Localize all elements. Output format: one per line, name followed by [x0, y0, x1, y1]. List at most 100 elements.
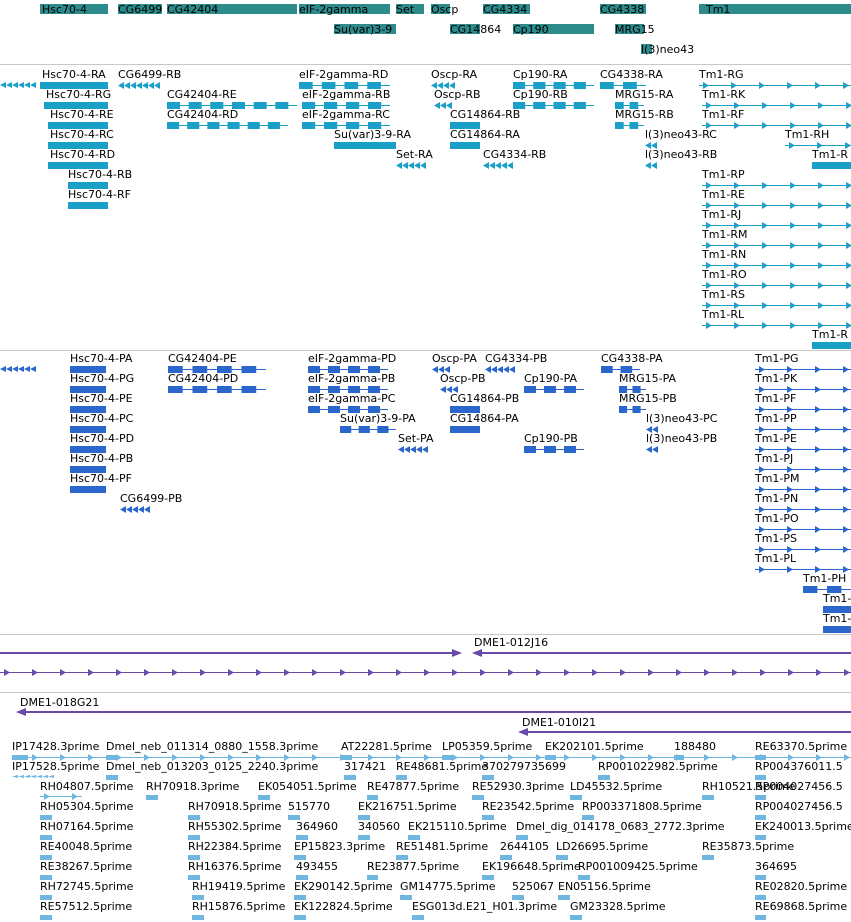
feature-transcripts[interactable]: CG42404-RE [167, 88, 297, 109]
feature-transcripts[interactable]: Cp190-RA [513, 68, 594, 89]
feature-proteins[interactable]: Cp190-PA [524, 372, 584, 393]
feature-ests[interactable]: RH16376.5prime [188, 860, 282, 880]
feature-proteins[interactable]: Tm1-PF [754, 392, 851, 413]
feature-ests[interactable]: 364695 [755, 860, 797, 880]
feature-proteins[interactable]: Tm1-PP [754, 412, 851, 433]
feature-ests[interactable]: 370279735699 [482, 760, 566, 780]
feature-transcripts[interactable]: Tm1-RO [701, 268, 851, 289]
feature-proteins[interactable]: Tm1-PO [754, 512, 851, 533]
feature-transcripts[interactable]: Tm1-RH [784, 128, 851, 149]
feature-proteins[interactable]: Tm1-PN [754, 492, 851, 513]
feature-ests[interactable]: RE38267.5prime [40, 860, 132, 880]
feature-transcripts[interactable]: Hsc70-4-RD [48, 148, 115, 169]
feature-ests[interactable]: RH55302.5prime [188, 820, 282, 840]
feature-transcripts[interactable]: Cp190-RB [513, 88, 594, 109]
feature-ests[interactable]: RE47877.5prime [367, 780, 459, 800]
feature-transcripts[interactable]: eIF-2gamma-RC [302, 108, 390, 129]
feature-clones[interactable]: DME1-010I21 [518, 716, 851, 736]
feature-proteins[interactable]: CG4338-PA [601, 352, 663, 373]
feature-transcripts[interactable]: Oscp-RA [431, 68, 478, 89]
feature-proteins[interactable]: Hsc70-4-PF [70, 472, 132, 493]
feature-ests[interactable]: EN05156.5prime [558, 880, 651, 900]
feature-transcripts[interactable]: Tm1-RL [701, 308, 851, 329]
feature-proteins[interactable]: Hsc70-4-PE [70, 392, 133, 413]
feature-transcripts[interactable]: l(3)neo43-RC [645, 128, 717, 149]
feature-ests[interactable]: EK240013.5prime [755, 820, 851, 840]
feature-ests[interactable]: RE23877.5prime [367, 860, 459, 880]
feature-ests[interactable]: RH15876.5prime [192, 900, 286, 920]
feature-transcripts[interactable]: Tm1-R [811, 328, 851, 349]
feature-ests[interactable]: EK054051.5prime [258, 780, 357, 800]
feature-ests[interactable]: EK196648.5prime [482, 860, 581, 880]
feature-transcripts[interactable]: Hsc70-4-RG [44, 88, 111, 109]
feature-transcripts[interactable] [0, 82, 36, 88]
feature-genes[interactable]: CG14864 [450, 23, 501, 36]
feature-ests[interactable]: RH07164.5prime [40, 820, 134, 840]
feature-ests[interactable]: RE52930.3prime [472, 780, 564, 800]
feature-proteins[interactable]: Tm1-PL [754, 552, 851, 573]
feature-clones[interactable]: DME1-018G21 [16, 696, 851, 716]
feature-transcripts[interactable]: MRG15-RA [615, 88, 674, 109]
feature-ests[interactable]: 493455 [296, 860, 338, 880]
feature-ests[interactable]: GM23328.5prime [570, 900, 666, 920]
feature-proteins[interactable]: Tm1-PJ [754, 452, 851, 473]
feature-transcripts[interactable]: l(3)neo43-RB [645, 148, 717, 169]
feature-transcripts[interactable]: Tm1-RJ [701, 208, 851, 229]
feature-proteins[interactable]: CG14864-PA [450, 412, 519, 433]
feature-ests[interactable]: 525067 [512, 880, 554, 900]
feature-ests[interactable]: EK122824.5prime [294, 900, 393, 920]
feature-genes[interactable]: MRG15 [615, 23, 655, 36]
feature-transcripts[interactable]: CG14864-RA [450, 128, 520, 149]
feature-ests[interactable]: 317421 [344, 760, 386, 780]
feature-genes[interactable]: CG4334 [483, 3, 530, 16]
feature-ests[interactable]: RP003371808.5prime [582, 800, 702, 820]
feature-ests[interactable]: IP17528.5prime [12, 760, 100, 778]
feature-transcripts[interactable]: CG14864-RB [450, 108, 520, 129]
feature-ests[interactable]: RP001022982.5prime [598, 760, 718, 780]
feature-transcripts[interactable]: Hsc70-4-RF [68, 188, 131, 209]
feature-ests[interactable]: Dmel_dig_014178_0683_2772.3prime [516, 820, 725, 840]
feature-proteins[interactable]: CG14864-PB [450, 392, 519, 413]
feature-proteins[interactable]: Hsc70-4-PB [70, 452, 133, 473]
feature-proteins[interactable]: Hsc70-4-PC [70, 412, 134, 433]
feature-transcripts[interactable]: Oscp-RB [434, 88, 481, 109]
feature-proteins[interactable]: Tm1-PS [754, 532, 851, 553]
feature-transcripts[interactable]: CG4334-RB [483, 148, 546, 169]
feature-proteins[interactable]: Oscp-PB [440, 372, 486, 393]
feature-clones[interactable] [0, 649, 462, 657]
feature-proteins[interactable]: MRG15-PB [619, 392, 677, 413]
feature-transcripts[interactable]: Tm1-RM [701, 228, 851, 249]
feature-proteins[interactable]: Hsc70-4-PD [70, 432, 134, 453]
feature-genes[interactable]: Cp190 [513, 23, 594, 36]
feature-ests[interactable]: LD45532.5prime [570, 780, 662, 800]
feature-ests[interactable]: RE48681.5prime [396, 760, 488, 780]
feature-proteins[interactable] [0, 366, 36, 372]
feature-proteins[interactable]: Set-PA [398, 432, 434, 453]
feature-clones[interactable] [0, 669, 851, 676]
feature-ests[interactable]: 340560 [358, 820, 400, 840]
feature-ests[interactable]: EK215110.5prime [408, 820, 507, 840]
feature-proteins[interactable]: Oscp-PA [432, 352, 477, 373]
feature-transcripts[interactable]: Hsc70-4-RE [48, 108, 114, 129]
feature-transcripts[interactable]: Tm1-RE [701, 188, 851, 209]
feature-proteins[interactable]: Tm1-PK [754, 372, 851, 393]
feature-genes[interactable]: eIF-2gamma [299, 3, 390, 16]
feature-ests[interactable]: RE57512.5prime [40, 900, 132, 920]
feature-genes[interactable]: CG6499 [118, 3, 162, 16]
feature-proteins[interactable]: Tm1- [822, 612, 851, 633]
feature-proteins[interactable]: l(3)neo43-PB [646, 432, 717, 453]
feature-ests[interactable]: RH05304.5prime [40, 800, 134, 820]
feature-transcripts[interactable]: Set-RA [396, 148, 433, 169]
feature-ests[interactable]: GM14775.5prime [400, 880, 496, 900]
feature-clones[interactable]: DME1-012J16 [472, 636, 851, 657]
feature-ests[interactable]: RE40048.5prime [40, 840, 132, 860]
feature-ests[interactable]: 364960 [296, 820, 338, 840]
feature-ests[interactable]: RE35873.5prime [702, 840, 794, 860]
feature-ests[interactable]: RE02820.5prime [755, 880, 847, 900]
feature-transcripts[interactable]: Hsc70-4-RC [48, 128, 114, 149]
feature-proteins[interactable]: Tm1-PG [754, 352, 851, 373]
feature-proteins[interactable]: Tm1- [822, 592, 851, 613]
feature-proteins[interactable]: Su(var)3-9-PA [340, 412, 416, 433]
feature-transcripts[interactable]: CG6499-RB [118, 68, 181, 89]
feature-ests[interactable]: RE69868.5prime [755, 900, 847, 920]
